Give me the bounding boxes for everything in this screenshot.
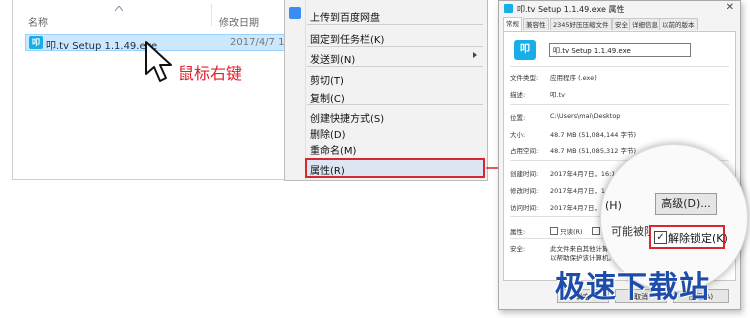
tab-2345-archive[interactable]: 2345好压压缩文件	[550, 18, 612, 30]
modified-value: 2017年4月7日，16:	[550, 187, 612, 195]
menu-item-rename[interactable]: 重命名(M)	[310, 142, 356, 157]
baidu-cloud-icon	[289, 7, 301, 19]
menu-item-create-shortcut[interactable]: 创建快捷方式(S)	[310, 110, 384, 125]
description-label: 描述:	[510, 91, 526, 99]
tab-details[interactable]: 详细信息	[629, 18, 661, 30]
location-label: 位置:	[510, 114, 526, 122]
tab-previous-versions[interactable]: 以前的版本	[659, 18, 698, 30]
dialog-tabs: 常规 兼容性 2345好压压缩文件 安全 详细信息 以前的版本	[503, 17, 736, 31]
section-divider	[510, 66, 729, 67]
size-label: 大小:	[510, 131, 526, 139]
attributes-label: 属性:	[510, 228, 526, 236]
file-type-value: 应用程序 (.exe)	[550, 74, 597, 82]
disk-size-label: 占用空间:	[510, 147, 539, 155]
app-title-icon	[504, 4, 513, 13]
tab-compatibility[interactable]: 兼容性	[523, 18, 549, 30]
unblock-checkbox-highlight[interactable]: ✓ 解除锁定(K)	[649, 225, 728, 249]
hidden-checkbox[interactable]	[592, 227, 600, 235]
description-value: 叩.tv	[550, 91, 565, 99]
menu-item-copy[interactable]: 复制(C)	[310, 90, 345, 105]
section-divider	[510, 104, 729, 105]
app-large-icon: 叩	[514, 40, 536, 60]
disk-size-value: 48.7 MB (51,085,312 字节)	[550, 147, 637, 155]
sort-ascending-icon	[115, 6, 123, 11]
menu-item-cut[interactable]: 剪切(T)	[310, 72, 344, 87]
accessed-label: 访问时间:	[510, 204, 539, 212]
file-type-label: 文件类型:	[510, 74, 539, 82]
file-name: 叩.tv Setup 1.1.49.exe	[46, 41, 158, 52]
explorer-window: 名称 修改日期 叩 叩.tv Setup 1.1.49.exe 2017/4/7…	[12, 0, 287, 180]
menu-divider	[307, 46, 483, 47]
readonly-label: 只读(R)	[560, 228, 583, 236]
file-modified-date: 2017/4/7 15:15	[230, 37, 286, 48]
security-label: 安全:	[510, 245, 526, 253]
size-value: 48.7 MB (51,084,144 字节)	[550, 131, 637, 139]
menu-icon-gutter	[305, 0, 306, 180]
menu-item-properties[interactable]: 属性(R)	[310, 162, 345, 177]
created-value: 2017年4月7日，16:13	[550, 170, 620, 178]
modified-label: 修改时间:	[510, 187, 539, 195]
column-header-name[interactable]: 名称	[28, 14, 48, 29]
dialog-title: 叩.tv Setup 1.1.49.exe 属性	[517, 5, 625, 14]
menu-divider	[307, 66, 483, 67]
column-separator[interactable]	[211, 4, 212, 26]
submenu-arrow-icon	[473, 52, 477, 58]
file-name-field[interactable]: 叩.tv Setup 1.1.49.exe	[549, 43, 691, 57]
unblock-label: 解除锁定(K)	[668, 232, 728, 245]
site-watermark: 极速下载站	[555, 270, 710, 305]
security-text-line2: 以帮助保护该计算机。	[550, 254, 615, 262]
readonly-checkbox[interactable]	[550, 227, 558, 235]
location-value: C:\Users\mai\Desktop	[550, 112, 621, 120]
file-list-header: 名称 修改日期	[13, 0, 286, 30]
check-icon[interactable]: ✓	[654, 231, 667, 244]
menu-divider	[307, 24, 483, 25]
menu-item-send-to[interactable]: 发送到(N)	[310, 51, 355, 66]
column-header-date[interactable]: 修改日期	[219, 14, 259, 29]
tab-general[interactable]: 常规	[503, 17, 522, 31]
context-menu: 上传到百度网盘 固定到任务栏(K) 发送到(N) 剪切(T) 复制(C) 创建快…	[284, 0, 488, 181]
menu-item-pin-taskbar[interactable]: 固定到任务栏(K)	[310, 31, 384, 46]
mouse-pointer-icon	[145, 41, 172, 82]
hidden-shortcut-fragment: (H)	[605, 199, 622, 212]
menu-item-upload-baidu[interactable]: 上传到百度网盘	[310, 9, 380, 24]
close-icon[interactable]: ✕	[726, 2, 734, 13]
menu-item-delete[interactable]: 删除(D)	[310, 126, 346, 141]
created-label: 创建时间:	[510, 170, 539, 178]
menu-divider	[307, 104, 483, 105]
app-file-icon: 叩	[29, 36, 43, 49]
right-click-annotation: 鼠标右键	[178, 64, 243, 83]
advanced-button[interactable]: 高级(D)...	[655, 193, 717, 215]
